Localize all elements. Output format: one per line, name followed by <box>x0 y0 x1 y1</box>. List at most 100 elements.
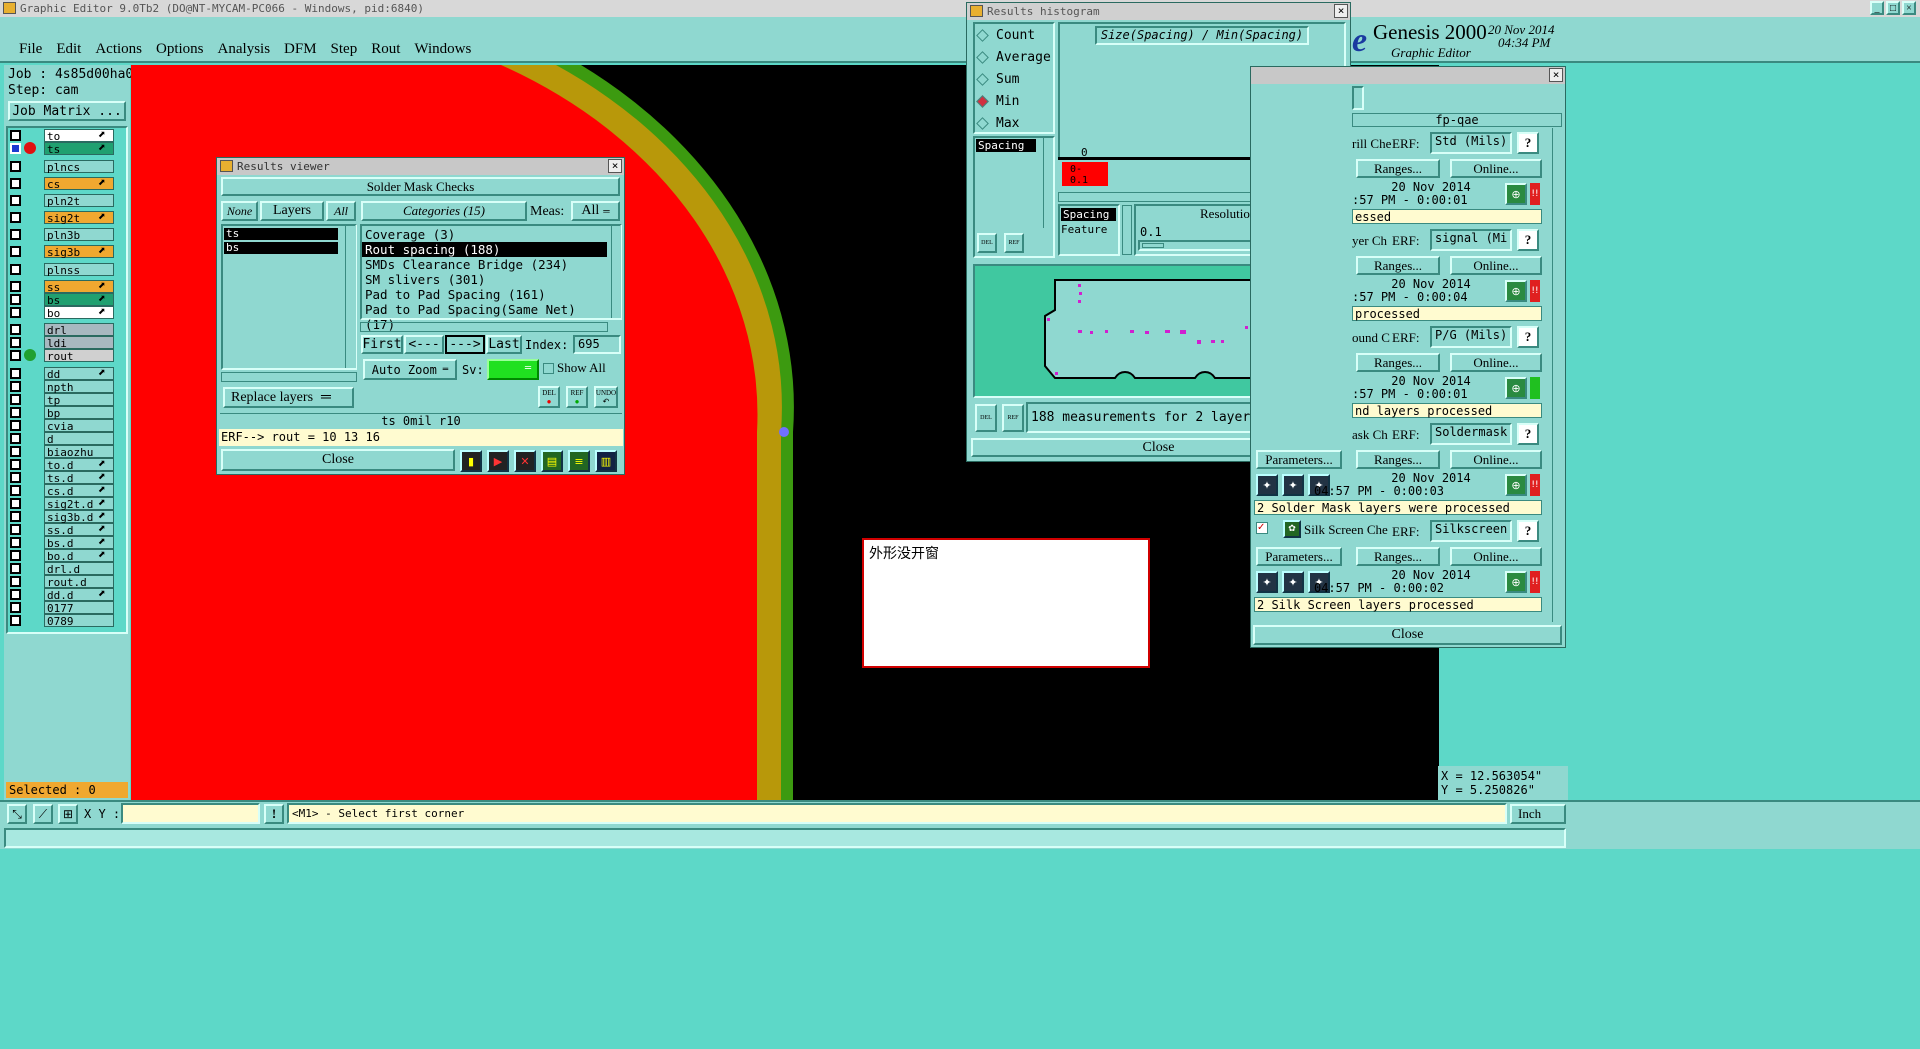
index-field[interactable]: 695 <box>573 335 621 354</box>
layer-checkbox[interactable] <box>10 498 21 509</box>
ref-icon[interactable]: REF ● <box>566 386 588 408</box>
category-item[interactable]: Coverage (3) <box>362 227 607 242</box>
all-button[interactable]: All <box>326 201 356 221</box>
maximize-icon[interactable]: □ <box>1886 1 1900 15</box>
layer-checkbox[interactable] <box>10 537 21 548</box>
sv-color-select[interactable]: ═ <box>487 359 539 380</box>
erf-field[interactable]: signal (Mi <box>1430 229 1512 251</box>
layer-row[interactable]: sig2t.d ⬈ <box>10 497 128 511</box>
category-hscrollbar[interactable] <box>360 322 608 332</box>
zoom-tool-icon[interactable]: ⤡ <box>7 804 27 824</box>
layer-row[interactable]: ts ⬈ <box>10 142 128 156</box>
report-icon[interactable]: ▤ <box>541 450 563 472</box>
layer-checkbox[interactable] <box>10 350 21 361</box>
help-icon[interactable]: ? <box>1517 132 1539 154</box>
layer-checkbox[interactable] <box>10 246 21 257</box>
layer-row[interactable]: to.d ⬈ <box>10 458 128 472</box>
layer-checkbox[interactable] <box>10 524 21 535</box>
last-button[interactable]: Last <box>486 335 522 354</box>
layer-row[interactable]: pln3b <box>10 228 128 242</box>
categories-button[interactable]: Categories (15) <box>361 201 527 221</box>
del-icon[interactable]: DEL <box>977 233 997 253</box>
online-button[interactable]: Online... <box>1450 256 1542 275</box>
layer-row[interactable]: npth <box>10 380 128 394</box>
category-scrollbar[interactable] <box>611 226 621 318</box>
category-item[interactable]: Rout spacing (188) <box>362 242 607 257</box>
layers-button[interactable]: Layers <box>260 201 324 221</box>
job-matrix-button[interactable]: Job Matrix ... <box>8 101 126 121</box>
layer-row[interactable]: ss.d ⬈ <box>10 523 128 537</box>
layer-checkbox[interactable] <box>10 511 21 522</box>
layer-row[interactable]: bo ⬈ <box>10 306 128 320</box>
xy-input[interactable] <box>121 803 260 824</box>
result-layer-bs[interactable]: bs <box>224 242 338 254</box>
layer-row[interactable]: dd.d ⬈ <box>10 588 128 602</box>
next-button[interactable]: ---> <box>445 335 485 354</box>
radio-icon[interactable] <box>976 94 989 108</box>
zoom-result-icon[interactable]: ⊕ <box>1505 377 1527 399</box>
alert-icon[interactable]: ! <box>264 804 284 824</box>
menu-analysis[interactable]: Analysis <box>218 41 271 58</box>
layer-checkbox[interactable] <box>10 264 21 275</box>
layer-row[interactable]: d <box>10 432 128 446</box>
slider-thumb[interactable] <box>1142 243 1164 248</box>
menu-rout[interactable]: Rout <box>371 41 400 58</box>
layer-checkbox[interactable] <box>10 229 21 240</box>
option-count[interactable]: Count <box>976 24 1051 46</box>
layer-row[interactable]: 0789 <box>10 614 128 628</box>
cancel-icon[interactable]: ✕ <box>514 450 536 472</box>
radio-icon[interactable] <box>976 50 989 64</box>
layer-list-scrollbar[interactable] <box>345 226 356 368</box>
online-button[interactable]: Online... <box>1450 353 1542 372</box>
minimize-icon[interactable]: _ <box>1870 1 1884 15</box>
layer-row[interactable]: sig3b.d ⬈ <box>10 510 128 524</box>
grid-tool-icon[interactable]: ⊞ <box>58 804 78 824</box>
none-button[interactable]: None <box>221 201 258 221</box>
layer-checkbox[interactable] <box>10 130 21 141</box>
online-button[interactable]: Online... <box>1450 450 1542 469</box>
layer-checkbox[interactable] <box>10 178 21 189</box>
erf-field[interactable]: Soldermask <box>1430 423 1512 445</box>
layer-checkbox[interactable] <box>10 195 21 206</box>
menu-options[interactable]: Options <box>156 41 204 58</box>
ranges-button[interactable]: Ranges... <box>1356 450 1440 469</box>
measure-scrollbar[interactable] <box>1043 138 1053 228</box>
parameters-button[interactable]: Parameters... <box>1256 450 1342 469</box>
menu-dfm[interactable]: DFM <box>284 41 317 58</box>
layer-row[interactable]: cs.d ⬈ <box>10 484 128 498</box>
measure-tool-icon[interactable]: ⟋ <box>33 804 53 824</box>
ranges-button[interactable]: Ranges... <box>1356 353 1440 372</box>
parameters-button[interactable]: Parameters... <box>1256 547 1342 566</box>
layer-row[interactable]: ldi <box>10 336 128 350</box>
measure-item[interactable]: Spacing <box>976 139 1036 152</box>
del-icon[interactable]: DEL ● <box>538 386 560 408</box>
layer-row[interactable]: ss ⬈ <box>10 280 128 294</box>
replace-layers-button[interactable]: Replace layers ═ <box>223 387 354 408</box>
zoom-result-icon[interactable]: ⊕ <box>1505 474 1527 496</box>
layer-checkbox[interactable] <box>10 307 21 318</box>
layer-list-hscrollbar[interactable] <box>221 372 357 382</box>
layer-row[interactable]: bo.d ⬈ <box>10 549 128 563</box>
layer-row[interactable]: plnss <box>10 263 128 277</box>
layer-checkbox[interactable] <box>10 459 21 470</box>
close-button[interactable]: Close <box>221 449 455 471</box>
layer-row[interactable]: pln2t <box>10 194 128 208</box>
ref-icon[interactable]: REF <box>1004 233 1024 253</box>
layer-row[interactable]: rout <box>10 349 128 363</box>
layer-row[interactable]: biaozhu <box>10 445 128 459</box>
layer-checkbox[interactable] <box>10 485 21 496</box>
close-icon[interactable]: × <box>1549 68 1563 82</box>
option-min[interactable]: Min <box>976 90 1051 112</box>
ranges-button[interactable]: Ranges... <box>1356 159 1440 178</box>
layer-row[interactable]: dd ⬈ <box>10 367 128 381</box>
layer-checkbox[interactable] <box>10 446 21 457</box>
layer-checkbox[interactable] <box>10 281 21 292</box>
type-scrollbar[interactable] <box>1122 205 1132 255</box>
ranges-button[interactable]: Ranges... <box>1356 547 1440 566</box>
layer-checkbox[interactable] <box>10 407 21 418</box>
show-all-checkbox[interactable] <box>543 363 554 374</box>
layer-checkbox[interactable] <box>10 576 21 587</box>
help-icon[interactable]: ? <box>1517 326 1539 348</box>
menu-actions[interactable]: Actions <box>95 41 142 58</box>
layer-checkbox[interactable] <box>10 394 21 405</box>
